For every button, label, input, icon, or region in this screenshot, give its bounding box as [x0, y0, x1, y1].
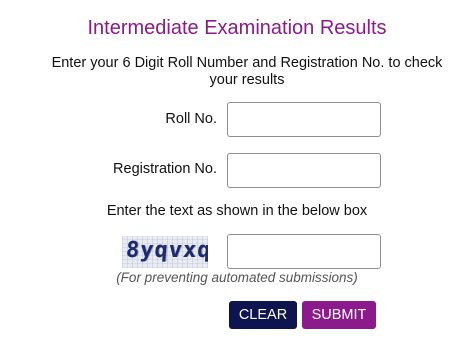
- roll-no-input[interactable]: [227, 102, 381, 137]
- clear-button[interactable]: CLEAR: [229, 301, 297, 329]
- page-title: Intermediate Examination Results: [87, 17, 387, 39]
- captcha-image: 8yqvxq: [122, 236, 208, 268]
- captcha-note: (For preventing automated submissions): [116, 270, 358, 285]
- instructions-line-1: Enter your 6 Digit Roll Number and Regis…: [51, 55, 443, 71]
- roll-no-label: Roll No.: [165, 111, 217, 127]
- captcha-input[interactable]: [227, 234, 381, 269]
- registration-no-label: Registration No.: [113, 161, 217, 177]
- submit-button[interactable]: SUBMIT: [302, 301, 376, 329]
- captcha-prompt: Enter the text as shown in the below box: [106, 203, 368, 219]
- instructions-line-2: your results: [209, 72, 285, 88]
- captcha-image-text: 8yqvxq: [125, 238, 208, 263]
- registration-no-input[interactable]: [227, 153, 381, 188]
- instructions: Enter your 6 Digit Roll Number and Regis…: [40, 55, 454, 89]
